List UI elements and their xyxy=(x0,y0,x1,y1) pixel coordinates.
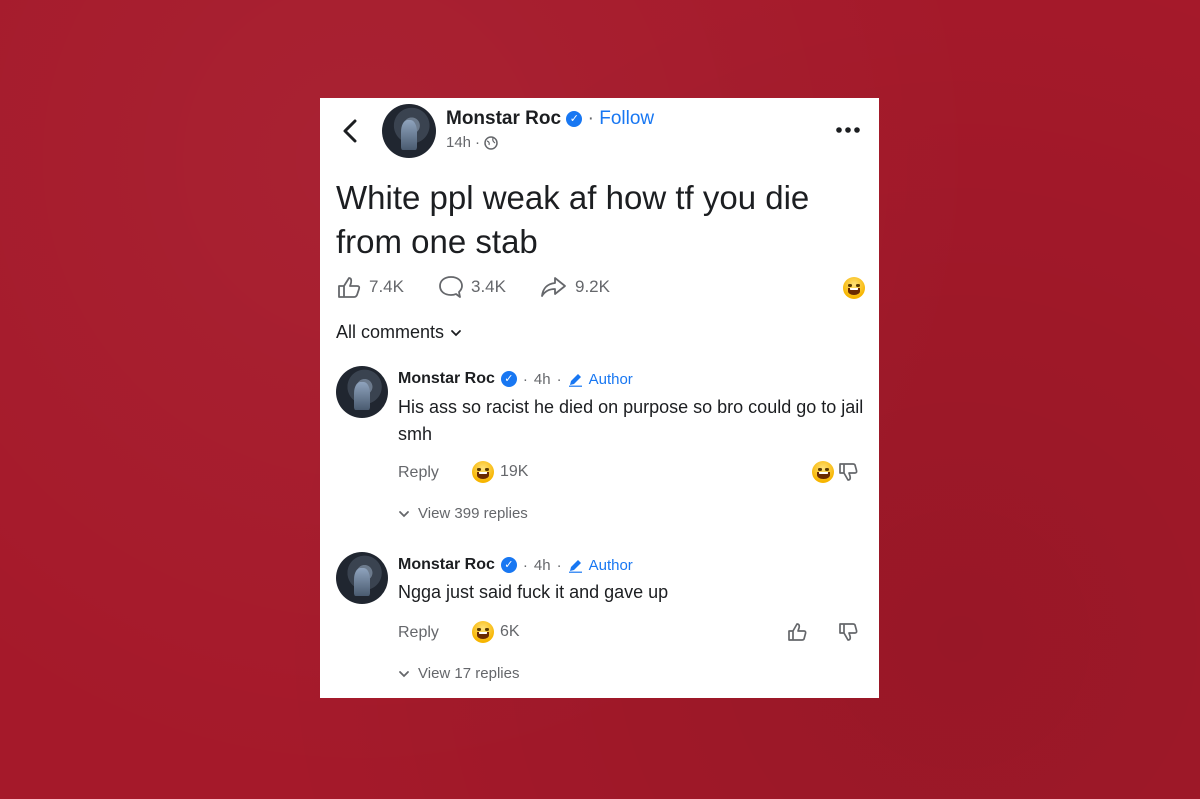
comments-filter-dropdown[interactable]: All comments xyxy=(336,322,462,343)
author-badge: Author xyxy=(588,556,633,574)
laughing-emoji-icon[interactable] xyxy=(843,277,865,299)
thumbs-up-icon xyxy=(338,277,361,298)
more-dots-icon xyxy=(836,127,860,133)
post-header-line: Monstar Roc ✓ · Follow xyxy=(446,108,654,130)
thumbs-down-icon xyxy=(839,623,858,641)
laughing-emoji-icon xyxy=(472,461,494,483)
share-button[interactable]: 9.2K xyxy=(540,275,610,299)
reply-button[interactable]: Reply xyxy=(398,624,439,642)
view-replies-button[interactable]: View 399 replies xyxy=(398,505,528,522)
separator-dot: · xyxy=(587,108,594,129)
view-replies-button[interactable]: View 17 replies xyxy=(398,665,519,682)
separator-dot: · xyxy=(556,556,562,574)
comment-bubble-icon xyxy=(439,276,463,298)
post-author-name[interactable]: Monstar Roc xyxy=(446,108,561,129)
chevron-down-icon xyxy=(399,670,409,677)
reaction-count: 19K xyxy=(500,463,529,480)
comment-time: 4h xyxy=(533,556,551,574)
separator-dot: · xyxy=(475,134,481,151)
post-time: 14h xyxy=(446,134,472,151)
follow-button[interactable]: Follow xyxy=(599,108,654,129)
verified-badge-icon: ✓ xyxy=(566,110,583,127)
chevron-down-icon xyxy=(399,510,409,517)
dislike-button[interactable] xyxy=(836,620,860,644)
globe-icon xyxy=(484,135,498,150)
laughing-emoji-icon xyxy=(472,621,494,643)
verified-badge-icon: ✓ xyxy=(500,557,517,573)
reaction-count: 6K xyxy=(500,623,520,640)
comment-header: Monstar Roc ✓ · 4h · Author xyxy=(398,370,633,388)
comment-reactions[interactable]: 19K xyxy=(472,461,528,483)
like-button[interactable] xyxy=(785,620,809,644)
separator-dot: · xyxy=(556,370,562,388)
comment-avatar[interactable] xyxy=(336,552,388,604)
separator-dot: · xyxy=(522,556,528,574)
like-button[interactable]: 7.4K xyxy=(336,275,404,299)
comment-button[interactable]: 3.4K xyxy=(438,275,506,299)
verified-badge-icon: ✓ xyxy=(500,371,517,387)
comment-author-name[interactable]: Monstar Roc xyxy=(398,370,495,388)
post-card: Monstar Roc ✓ · Follow 14h · White ppl w… xyxy=(320,98,879,698)
author-badge: Author xyxy=(588,370,633,388)
view-replies-label: View 399 replies xyxy=(418,505,528,522)
comment-time: 4h xyxy=(533,370,551,388)
post-text: White ppl weak af how tf you die from on… xyxy=(336,179,810,260)
comment-header: Monstar Roc ✓ · 4h · Author xyxy=(398,556,633,574)
share-arrow-icon xyxy=(541,277,566,297)
comment-text: Ngga just said fuck it and gave up xyxy=(398,582,669,602)
likes-count: 7.4K xyxy=(369,277,404,296)
more-options-button[interactable] xyxy=(834,120,862,140)
laughing-emoji-icon[interactable] xyxy=(812,461,835,483)
back-button[interactable] xyxy=(338,116,364,146)
dislike-button[interactable] xyxy=(836,460,860,484)
post-meta: 14h · xyxy=(446,134,498,151)
chevron-down-icon xyxy=(451,329,461,336)
comment-author-name[interactable]: Monstar Roc xyxy=(398,556,495,574)
comment-text: His ass so racist he died on purpose so … xyxy=(398,397,864,444)
view-replies-label: View 17 replies xyxy=(418,665,520,682)
comments-count: 3.4K xyxy=(471,277,506,296)
pencil-icon xyxy=(568,559,582,573)
shares-count: 9.2K xyxy=(575,277,610,296)
chevron-left-icon xyxy=(343,119,357,143)
separator-dot: · xyxy=(522,370,528,388)
comment-reactions[interactable]: 6K xyxy=(472,621,520,643)
comment-avatar[interactable] xyxy=(336,366,388,418)
post-avatar[interactable] xyxy=(382,104,436,158)
pencil-icon xyxy=(568,373,582,387)
thumbs-up-icon xyxy=(788,623,807,641)
comments-filter-label: All comments xyxy=(336,322,445,342)
reply-button[interactable]: Reply xyxy=(398,464,439,482)
thumbs-down-icon xyxy=(839,463,858,481)
